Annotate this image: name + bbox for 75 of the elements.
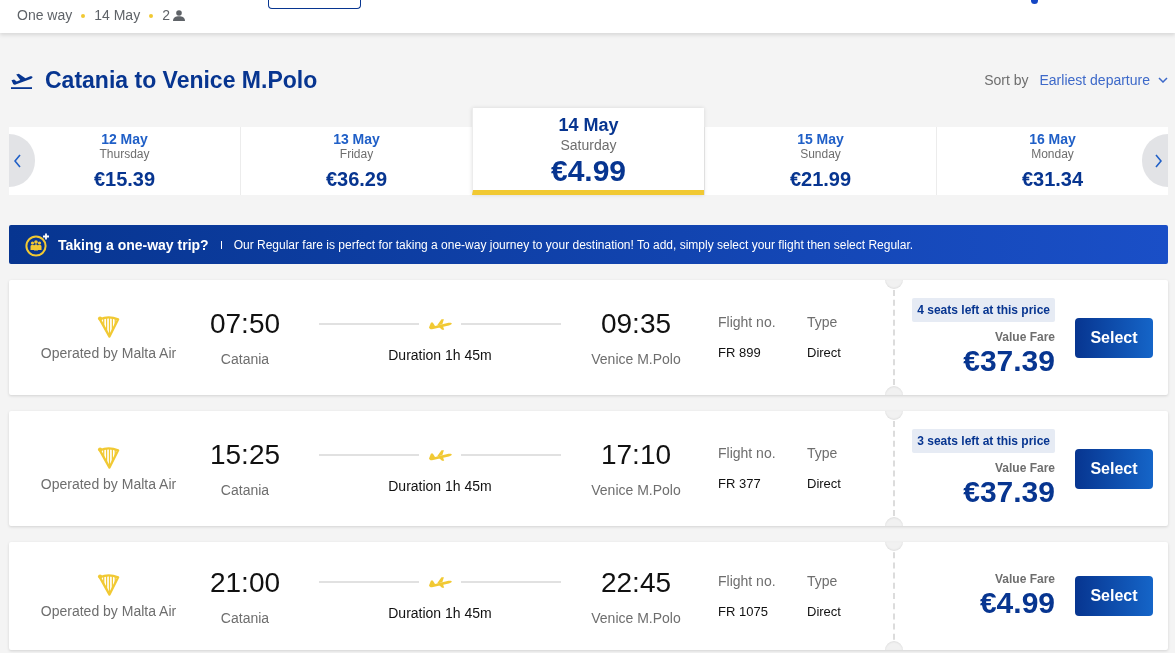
flight-type: Direct [807,476,841,492]
notch-cutout [885,280,903,289]
banner-title: Taking a one-way trip? [58,236,209,253]
fare-name: Value Fare [994,329,1055,344]
select-button[interactable]: Select [1075,576,1153,616]
route-title: Catania to Venice M.Polo [45,66,318,94]
date-tab[interactable]: 16 May Monday €31.34 [936,127,1168,195]
separator-dot-icon [81,13,86,18]
date-tab[interactable]: 14 May Saturday €4.99 [472,108,704,195]
arrival-time: 17:10 [600,439,672,471]
fare-name: Value Fare [994,460,1055,475]
arrival-time: 22:45 [600,566,672,599]
departure-time: 21:00 [209,566,281,599]
arrival-airport: Venice M.Polo [591,609,681,626]
notch-cutout [885,542,903,551]
plane-icon [428,448,452,461]
operator-text: Operated by Malta Air [40,344,177,361]
flight-type-label: Type [807,314,838,330]
arrival-airport: Venice M.Polo [591,351,681,367]
flight-type-label: Type [807,445,838,461]
departure-time: 15:25 [209,439,281,471]
people-circle-icon [25,232,50,257]
operator-text: Operated by Malta Air [40,603,177,619]
notch-cutout [885,641,903,650]
banner-text: Our Regular fare is perfect for taking a one-way journey to your destination! To add, simply select your flight then select Regular. [233,237,914,252]
flight-duration: Duration 1h 45m [388,605,492,621]
flight-duration: Duration 1h 45m [388,477,492,494]
date-tab[interactable]: 15 May Sunday €21.99 [704,127,936,195]
operator-text: Operated by Malta Air [40,475,177,492]
fare-price: €37.39 [963,474,1055,509]
flight-number: FR 377 [718,476,761,492]
person-icon [172,10,185,21]
notch-cutout [885,411,903,420]
harp-icon [96,445,121,470]
notch-cutout [885,517,903,526]
flight-number-label: Flight no. [718,314,776,330]
departure-time: 07:50 [209,308,281,340]
seats-left-badge: 4 seats left at this price [912,297,1055,322]
arrival-time: 09:35 [600,308,672,340]
flight-type-label: Type [807,572,838,589]
separator-dot-icon [149,13,154,18]
flight-number-label: Flight no. [718,572,776,589]
harp-icon [96,573,121,597]
fare-name: Value Fare [994,572,1055,586]
departure-airport: Catania [220,609,270,626]
harp-icon [96,314,121,339]
plane-icon [428,576,452,588]
select-button[interactable]: Select [1075,317,1153,358]
fare-price: €37.39 [963,343,1055,378]
notch-cutout [885,386,903,395]
departure-airport: Catania [220,351,270,367]
flight-number: FR 899 [718,345,761,361]
outlined-button[interactable] [268,0,361,9]
flight-duration: Duration 1h 45m [388,346,492,363]
fare-price: €4.99 [979,586,1055,620]
passenger-count: 2 [162,7,170,24]
date-tab[interactable]: 13 May Friday €36.29 [240,127,472,195]
sort-label: Sort by [984,72,1029,88]
arrival-airport: Venice M.Polo [591,482,681,498]
flight-type: Direct [807,345,841,361]
departure-airport: Catania [220,482,270,498]
travel-date: 14 May [94,7,141,24]
sort-dropdown[interactable]: Earliest departure [1039,72,1168,88]
flight-number: FR 1075 [718,603,768,620]
plane-icon [428,317,452,330]
chevron-left-icon [14,153,21,168]
plane-takeoff-icon [10,71,33,89]
flight-type: Direct [807,603,841,620]
flight-number-label: Flight no. [718,445,776,461]
chevron-right-icon [1155,153,1162,168]
chevron-down-icon [1158,77,1168,83]
trip-type: One way [17,7,73,24]
select-button[interactable]: Select [1075,448,1153,489]
seats-left-badge: 3 seats left at this price [912,428,1055,453]
date-tab[interactable]: 12 May Thursday €15.39 [9,127,240,195]
